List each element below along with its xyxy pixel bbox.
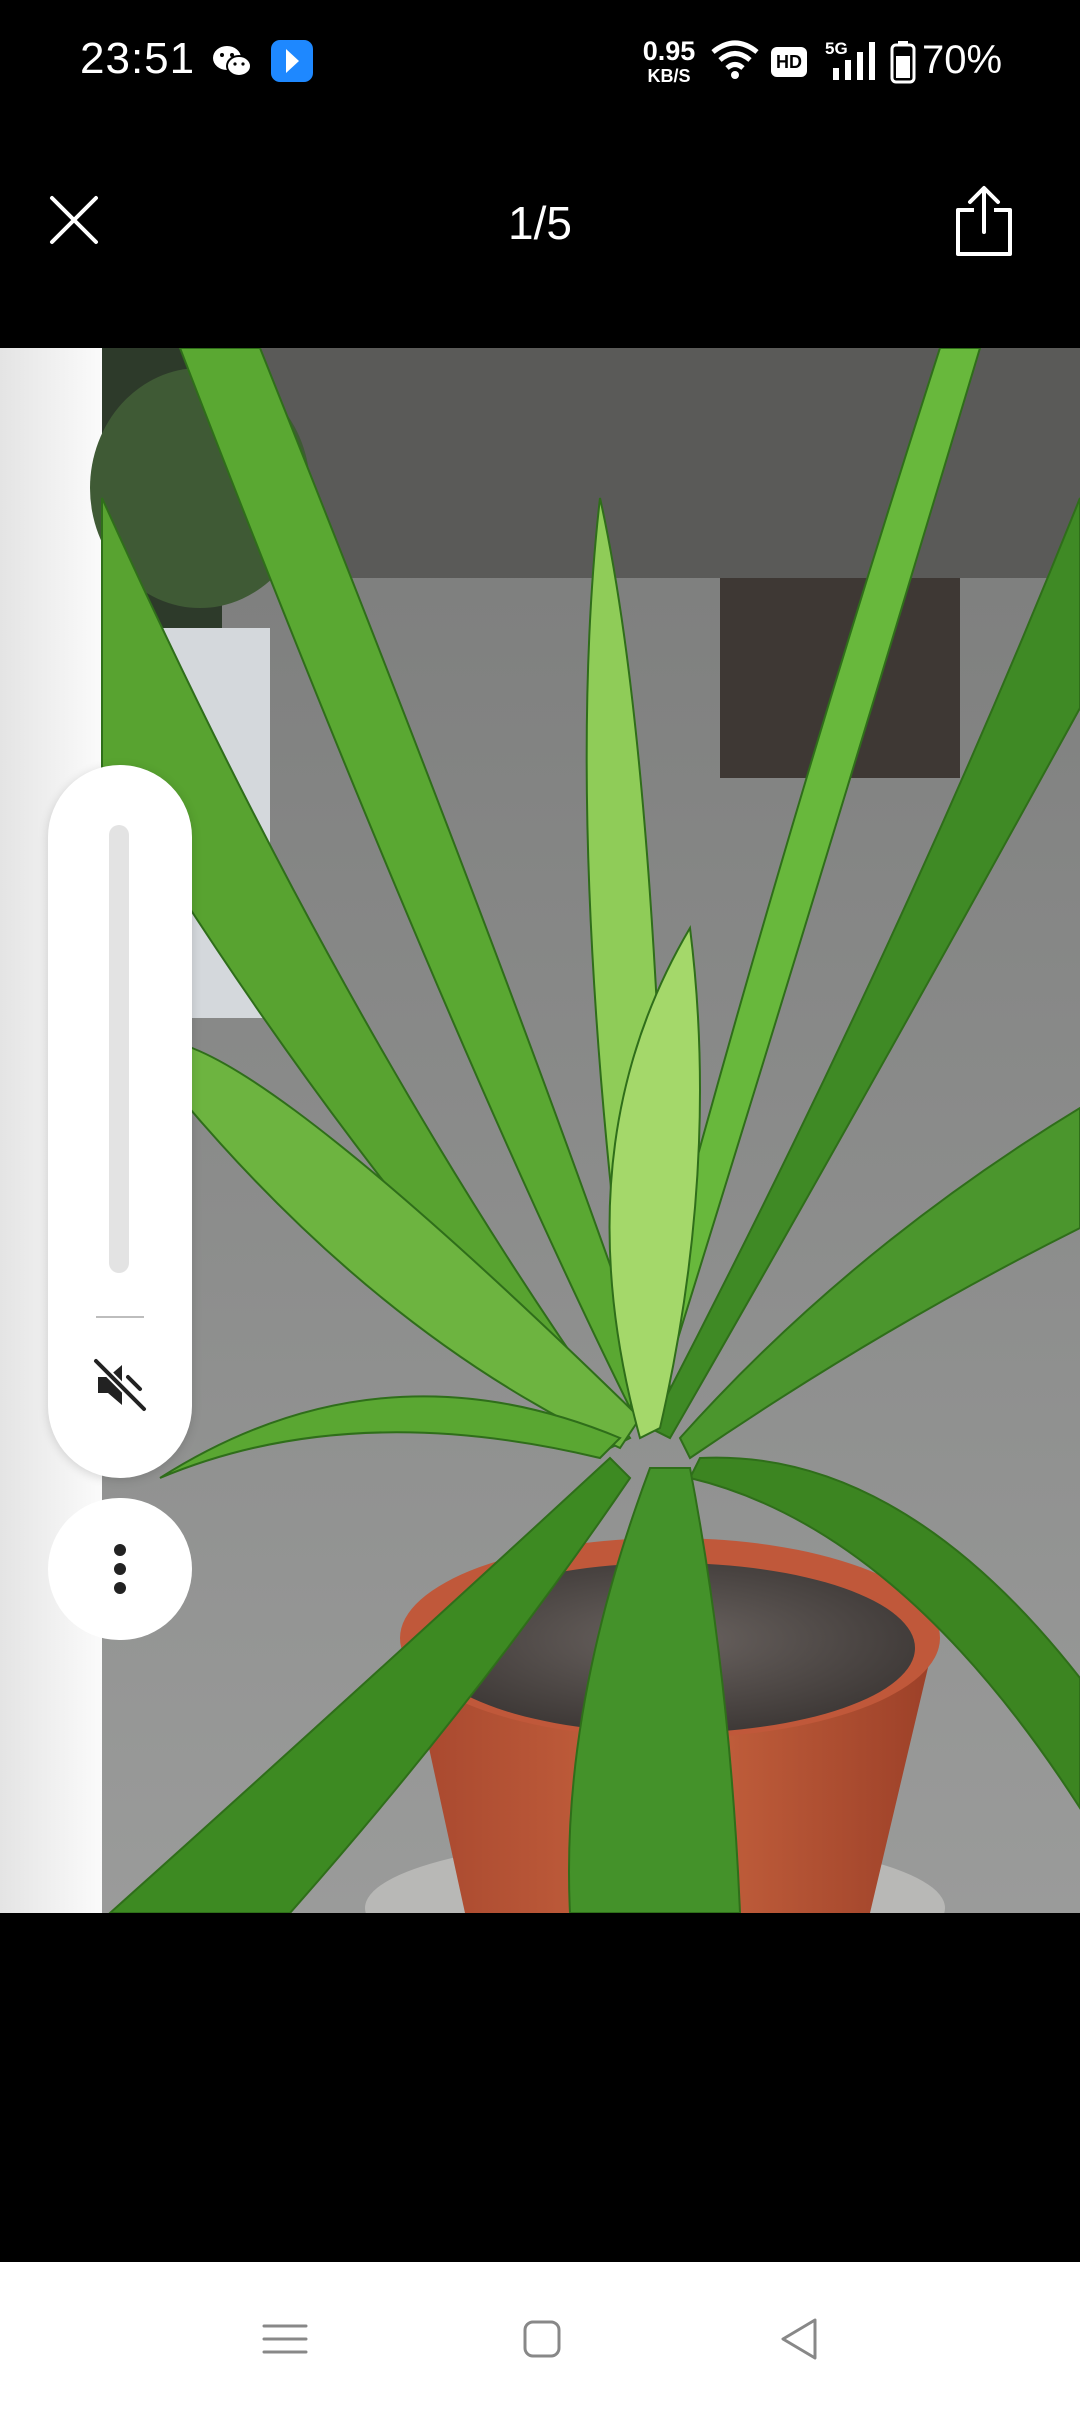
app-notification-icon xyxy=(271,40,313,82)
image-counter: 1/5 xyxy=(508,197,572,249)
status-bar: 23:51 0.95 KB/S HD 5G 70% xyxy=(0,0,1080,125)
more-vertical-icon-dot xyxy=(114,1582,126,1594)
speaker-muted-icon xyxy=(93,1358,147,1412)
volume-slider[interactable] xyxy=(109,825,129,1273)
battery-percent: 70% xyxy=(922,38,1003,82)
home-button[interactable] xyxy=(507,2304,577,2374)
close-button[interactable] xyxy=(44,190,104,250)
hd-icon: HD xyxy=(771,47,807,77)
back-icon xyxy=(781,2318,817,2360)
menu-icon xyxy=(262,2324,308,2354)
more-vertical-icon-dot xyxy=(114,1563,126,1575)
mute-toggle-button[interactable] xyxy=(90,1355,150,1415)
net-speed: 0.95 KB/S xyxy=(638,36,700,86)
status-time: 23:51 xyxy=(80,34,196,83)
wifi-icon xyxy=(710,40,760,85)
volume-divider xyxy=(96,1316,144,1318)
network-label: 5G xyxy=(825,39,848,58)
battery-icon xyxy=(890,40,916,89)
signal-icon: 5G xyxy=(825,38,881,87)
share-icon xyxy=(956,186,1012,256)
system-navigation-bar xyxy=(0,2262,1080,2412)
volume-panel xyxy=(48,765,192,1478)
more-options-button[interactable] xyxy=(48,1498,192,1640)
close-icon xyxy=(50,196,98,244)
wechat-icon xyxy=(212,44,252,85)
menu-button[interactable] xyxy=(250,2304,320,2374)
home-icon xyxy=(523,2320,561,2358)
share-button[interactable] xyxy=(950,184,1018,258)
back-button[interactable] xyxy=(765,2304,835,2374)
net-speed-value: 0.95 xyxy=(642,36,696,66)
net-speed-unit: KB/S xyxy=(647,66,691,86)
more-vertical-icon xyxy=(114,1544,126,1556)
